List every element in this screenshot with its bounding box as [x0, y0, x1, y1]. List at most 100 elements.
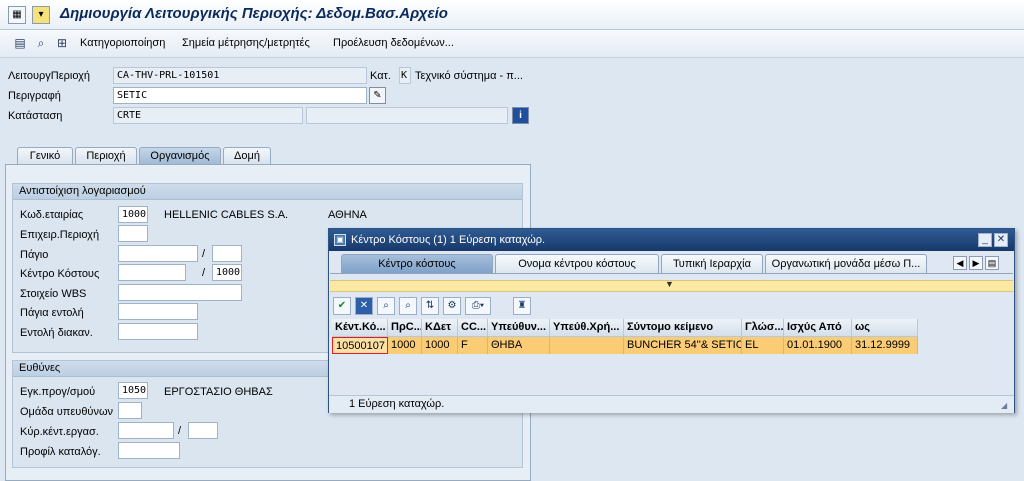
hierarchy-icon[interactable]: ⊞: [54, 35, 70, 51]
description-field[interactable]: SETIC: [113, 87, 367, 104]
table-cell-cost-center[interactable]: 10500107: [332, 337, 388, 354]
table-cell[interactable]: ΘΗΒΑ: [488, 337, 550, 354]
table-cell[interactable]: EL: [742, 337, 784, 354]
column-header[interactable]: Γλώσ...: [742, 319, 784, 337]
dialog-icon: ▣: [334, 234, 346, 246]
user-status-field[interactable]: [306, 107, 508, 124]
find-icon[interactable]: ⌕: [377, 297, 395, 315]
status-label: Κατάσταση: [8, 110, 63, 122]
work-center-plant-field[interactable]: [188, 422, 218, 439]
dialog-status-bar: 1 Εύρεση καταχώρ.: [329, 395, 1014, 413]
binoculars-icon[interactable]: ⌕: [33, 35, 49, 51]
info-icon[interactable]: i: [512, 107, 529, 124]
table-cell[interactable]: 1000: [388, 337, 422, 354]
menu-toggle-icon[interactable]: ▾: [32, 6, 50, 24]
status-field[interactable]: CRTE: [113, 107, 303, 124]
cost-center-search-dialog: Κέντρο Κόστους (1) 1 Εύρεση καταχώρ. ▣ _…: [328, 228, 1015, 413]
column-header[interactable]: Υπεύθ.Χρή...: [550, 319, 624, 337]
business-area-label: Επιχειρ.Περιοχή: [20, 229, 100, 241]
controlling-area-field[interactable]: 1000: [212, 264, 242, 281]
minimize-icon[interactable]: _: [978, 233, 992, 247]
business-area-field[interactable]: [118, 225, 148, 242]
tab-organization[interactable]: Οργανισμός: [139, 147, 221, 165]
document-icon[interactable]: ▤: [12, 35, 28, 51]
column-header[interactable]: Υπεύθυν...: [488, 319, 550, 337]
wbs-field[interactable]: [118, 284, 242, 301]
dialog-title: Κέντρο Κόστους (1) 1 Εύρεση καταχώρ.: [329, 229, 1014, 251]
edit-long-text-icon[interactable]: ✎: [369, 87, 386, 104]
find-next-icon[interactable]: ⌕: [399, 297, 417, 315]
print-icon[interactable]: ⎙▾: [465, 297, 491, 315]
table-cell[interactable]: [550, 337, 624, 354]
table-cell[interactable]: BUNCHER 54''& SETIC: [624, 337, 742, 354]
popup-tab-cost-center-name[interactable]: Ονομα κέντρου κόστους: [495, 254, 659, 274]
tab-next-icon[interactable]: ▶: [969, 256, 983, 270]
sort-icon[interactable]: ⇅: [421, 297, 439, 315]
work-center-slash: /: [178, 425, 182, 437]
column-header[interactable]: Ισχύς Από: [784, 319, 852, 337]
description-label: Περιγραφή: [8, 90, 61, 102]
company-name: HELLENIC CABLES S.A.: [164, 209, 289, 221]
column-header[interactable]: CC...: [458, 319, 488, 337]
company-code-field[interactable]: 1000: [118, 206, 148, 223]
asset-label: Πάγιο: [20, 249, 49, 261]
account-assignment-title: Αντιστοίχιση λογαριασμού: [13, 184, 522, 200]
measuring-points-button[interactable]: Σημεία μέτρησης/μετρητές: [182, 37, 310, 49]
table-cell[interactable]: 01.01.1900: [784, 337, 852, 354]
tab-structure[interactable]: Δομή: [223, 147, 271, 165]
popup-tab-standard-hierarchy[interactable]: Τυπική Ιεραρχία: [661, 254, 763, 274]
company-code-label: Κωδ.εταιρίας: [20, 209, 84, 221]
table-cell[interactable]: 1000: [422, 337, 458, 354]
category-label: Κατ.: [370, 70, 391, 82]
asset-field[interactable]: [118, 245, 198, 262]
close-icon[interactable]: ✕: [994, 233, 1008, 247]
column-header[interactable]: Κέντ.Κό...: [332, 319, 388, 337]
funcloc-label: ΛειτουργΠεριοχή: [8, 70, 91, 82]
asset-subnumber-field[interactable]: [212, 245, 242, 262]
popup-tab-org-unit[interactable]: Οργανωτική μονάδα μέσω Π...: [765, 254, 927, 274]
table-cell[interactable]: 31.12.9999: [852, 337, 918, 354]
catalog-profile-field[interactable]: [118, 442, 180, 459]
planning-plant-text: ΕΡΓΟΣΤΑΣΙΟ ΘΗΒΑΣ: [164, 386, 273, 398]
expand-restrictions-icon[interactable]: ▼: [665, 279, 674, 289]
settlement-order-label: Εντολή διακαν.: [20, 327, 93, 339]
planner-group-field[interactable]: [118, 402, 142, 419]
company-city: ΑΘΗΝΑ: [328, 209, 367, 221]
settlement-order-field[interactable]: [118, 323, 198, 340]
category-text: Τεχνικό σύστημα - π...: [415, 70, 523, 82]
cost-center-field[interactable]: [118, 264, 186, 281]
planning-plant-field[interactable]: 1050: [118, 382, 148, 399]
resize-grip-icon[interactable]: ◢: [1001, 401, 1007, 410]
category-field[interactable]: K: [399, 67, 411, 84]
settings-icon[interactable]: ⚙: [443, 297, 461, 315]
tab-prev-icon[interactable]: ◀: [953, 256, 967, 270]
wbs-label: Στοιχείο WBS: [20, 288, 87, 300]
personal-list-icon[interactable]: ♜: [513, 297, 531, 315]
catalog-profile-label: Προφίλ καταλόγ.: [20, 446, 101, 458]
column-header[interactable]: Σύντομο κείμενο: [624, 319, 742, 337]
cancel-icon[interactable]: ✕: [355, 297, 373, 315]
cost-center-slash: /: [202, 267, 206, 279]
planning-plant-label: Εγκ.προγ/σμού: [20, 386, 96, 398]
column-header[interactable]: ως: [852, 319, 918, 337]
tab-divider: [330, 273, 1013, 274]
page-title: Δημιουργία Λειτουργικής Περιοχής: Δεδομ.…: [60, 5, 448, 22]
data-origin-button[interactable]: Προέλευση δεδομένων...: [333, 37, 454, 49]
classification-button[interactable]: Κατηγοριοποίηση: [80, 37, 165, 49]
confirm-icon[interactable]: ✔: [333, 297, 351, 315]
asset-order-label: Πάγια εντολή: [20, 307, 84, 319]
tab-list-icon[interactable]: ▤: [985, 256, 999, 270]
main-work-center-label: Κύρ.κέντ.εργασ.: [20, 426, 99, 438]
popup-tab-cost-center[interactable]: Κέντρο κόστους: [341, 254, 493, 274]
planner-group-label: Ομάδα υπευθύνων: [20, 406, 114, 418]
tab-general[interactable]: Γενικό: [17, 147, 73, 165]
tab-location[interactable]: Περιοχή: [75, 147, 137, 165]
table-cell[interactable]: F: [458, 337, 488, 354]
funcloc-field[interactable]: CA-THV-PRL-101501: [113, 67, 367, 84]
main-work-center-field[interactable]: [118, 422, 174, 439]
column-header[interactable]: ΚΔετ: [422, 319, 458, 337]
system-menu-icon[interactable]: ▦: [8, 6, 26, 24]
asset-order-field[interactable]: [118, 303, 198, 320]
column-header[interactable]: ΠρC...: [388, 319, 422, 337]
cost-center-label: Κέντρο Κόστους: [20, 268, 100, 280]
